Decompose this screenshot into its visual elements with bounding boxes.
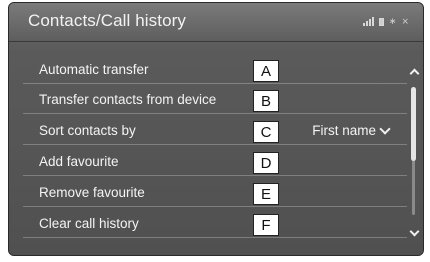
network-off-icon: ⨯ bbox=[401, 16, 409, 26]
sort-dropdown[interactable]: First name bbox=[312, 122, 391, 138]
menu-item-sort-contacts[interactable]: Sort contacts by C First name bbox=[23, 114, 407, 145]
menu-item-label: Remove favourite bbox=[39, 185, 145, 200]
callout-label: C bbox=[253, 121, 279, 143]
menu-item-clear-call-history[interactable]: Clear call history F bbox=[23, 207, 407, 238]
menu-item-label: Clear call history bbox=[39, 216, 139, 231]
battery-icon bbox=[378, 18, 384, 26]
menu-item-label: Automatic transfer bbox=[39, 62, 149, 77]
chevron-down-icon bbox=[379, 122, 391, 135]
scroll-up-icon[interactable] bbox=[409, 67, 419, 77]
header-bar: Contacts/Call history ∗ ⨯ bbox=[9, 3, 423, 42]
menu-item-add-favourite[interactable]: Add favourite D bbox=[23, 145, 407, 176]
scrollbar-thumb[interactable] bbox=[411, 87, 416, 161]
scroll-down-icon[interactable] bbox=[409, 229, 419, 239]
callout-label: B bbox=[253, 90, 279, 112]
callout-label: F bbox=[253, 214, 279, 236]
menu-item-label: Sort contacts by bbox=[39, 123, 136, 138]
callout-label: E bbox=[253, 183, 279, 205]
menu-item-label: Transfer contacts from device bbox=[39, 92, 217, 107]
menu-item-transfer-contacts[interactable]: Transfer contacts from device B bbox=[23, 83, 407, 114]
signal-icon bbox=[362, 17, 374, 26]
status-icons: ∗ ⨯ bbox=[362, 16, 409, 26]
menu-item-remove-favourite[interactable]: Remove favourite E bbox=[23, 176, 407, 207]
menu-item-automatic-transfer[interactable]: Automatic transfer A bbox=[23, 53, 407, 84]
bluetooth-icon: ∗ bbox=[388, 16, 397, 26]
callout-label: D bbox=[253, 152, 279, 174]
page-title: Contacts/Call history bbox=[28, 11, 186, 30]
sort-value: First name bbox=[312, 123, 376, 138]
screen: Contacts/Call history ∗ ⨯ Automatic tran… bbox=[8, 2, 424, 256]
callout-label: A bbox=[253, 60, 279, 82]
menu-item-label: Add favourite bbox=[39, 154, 119, 169]
